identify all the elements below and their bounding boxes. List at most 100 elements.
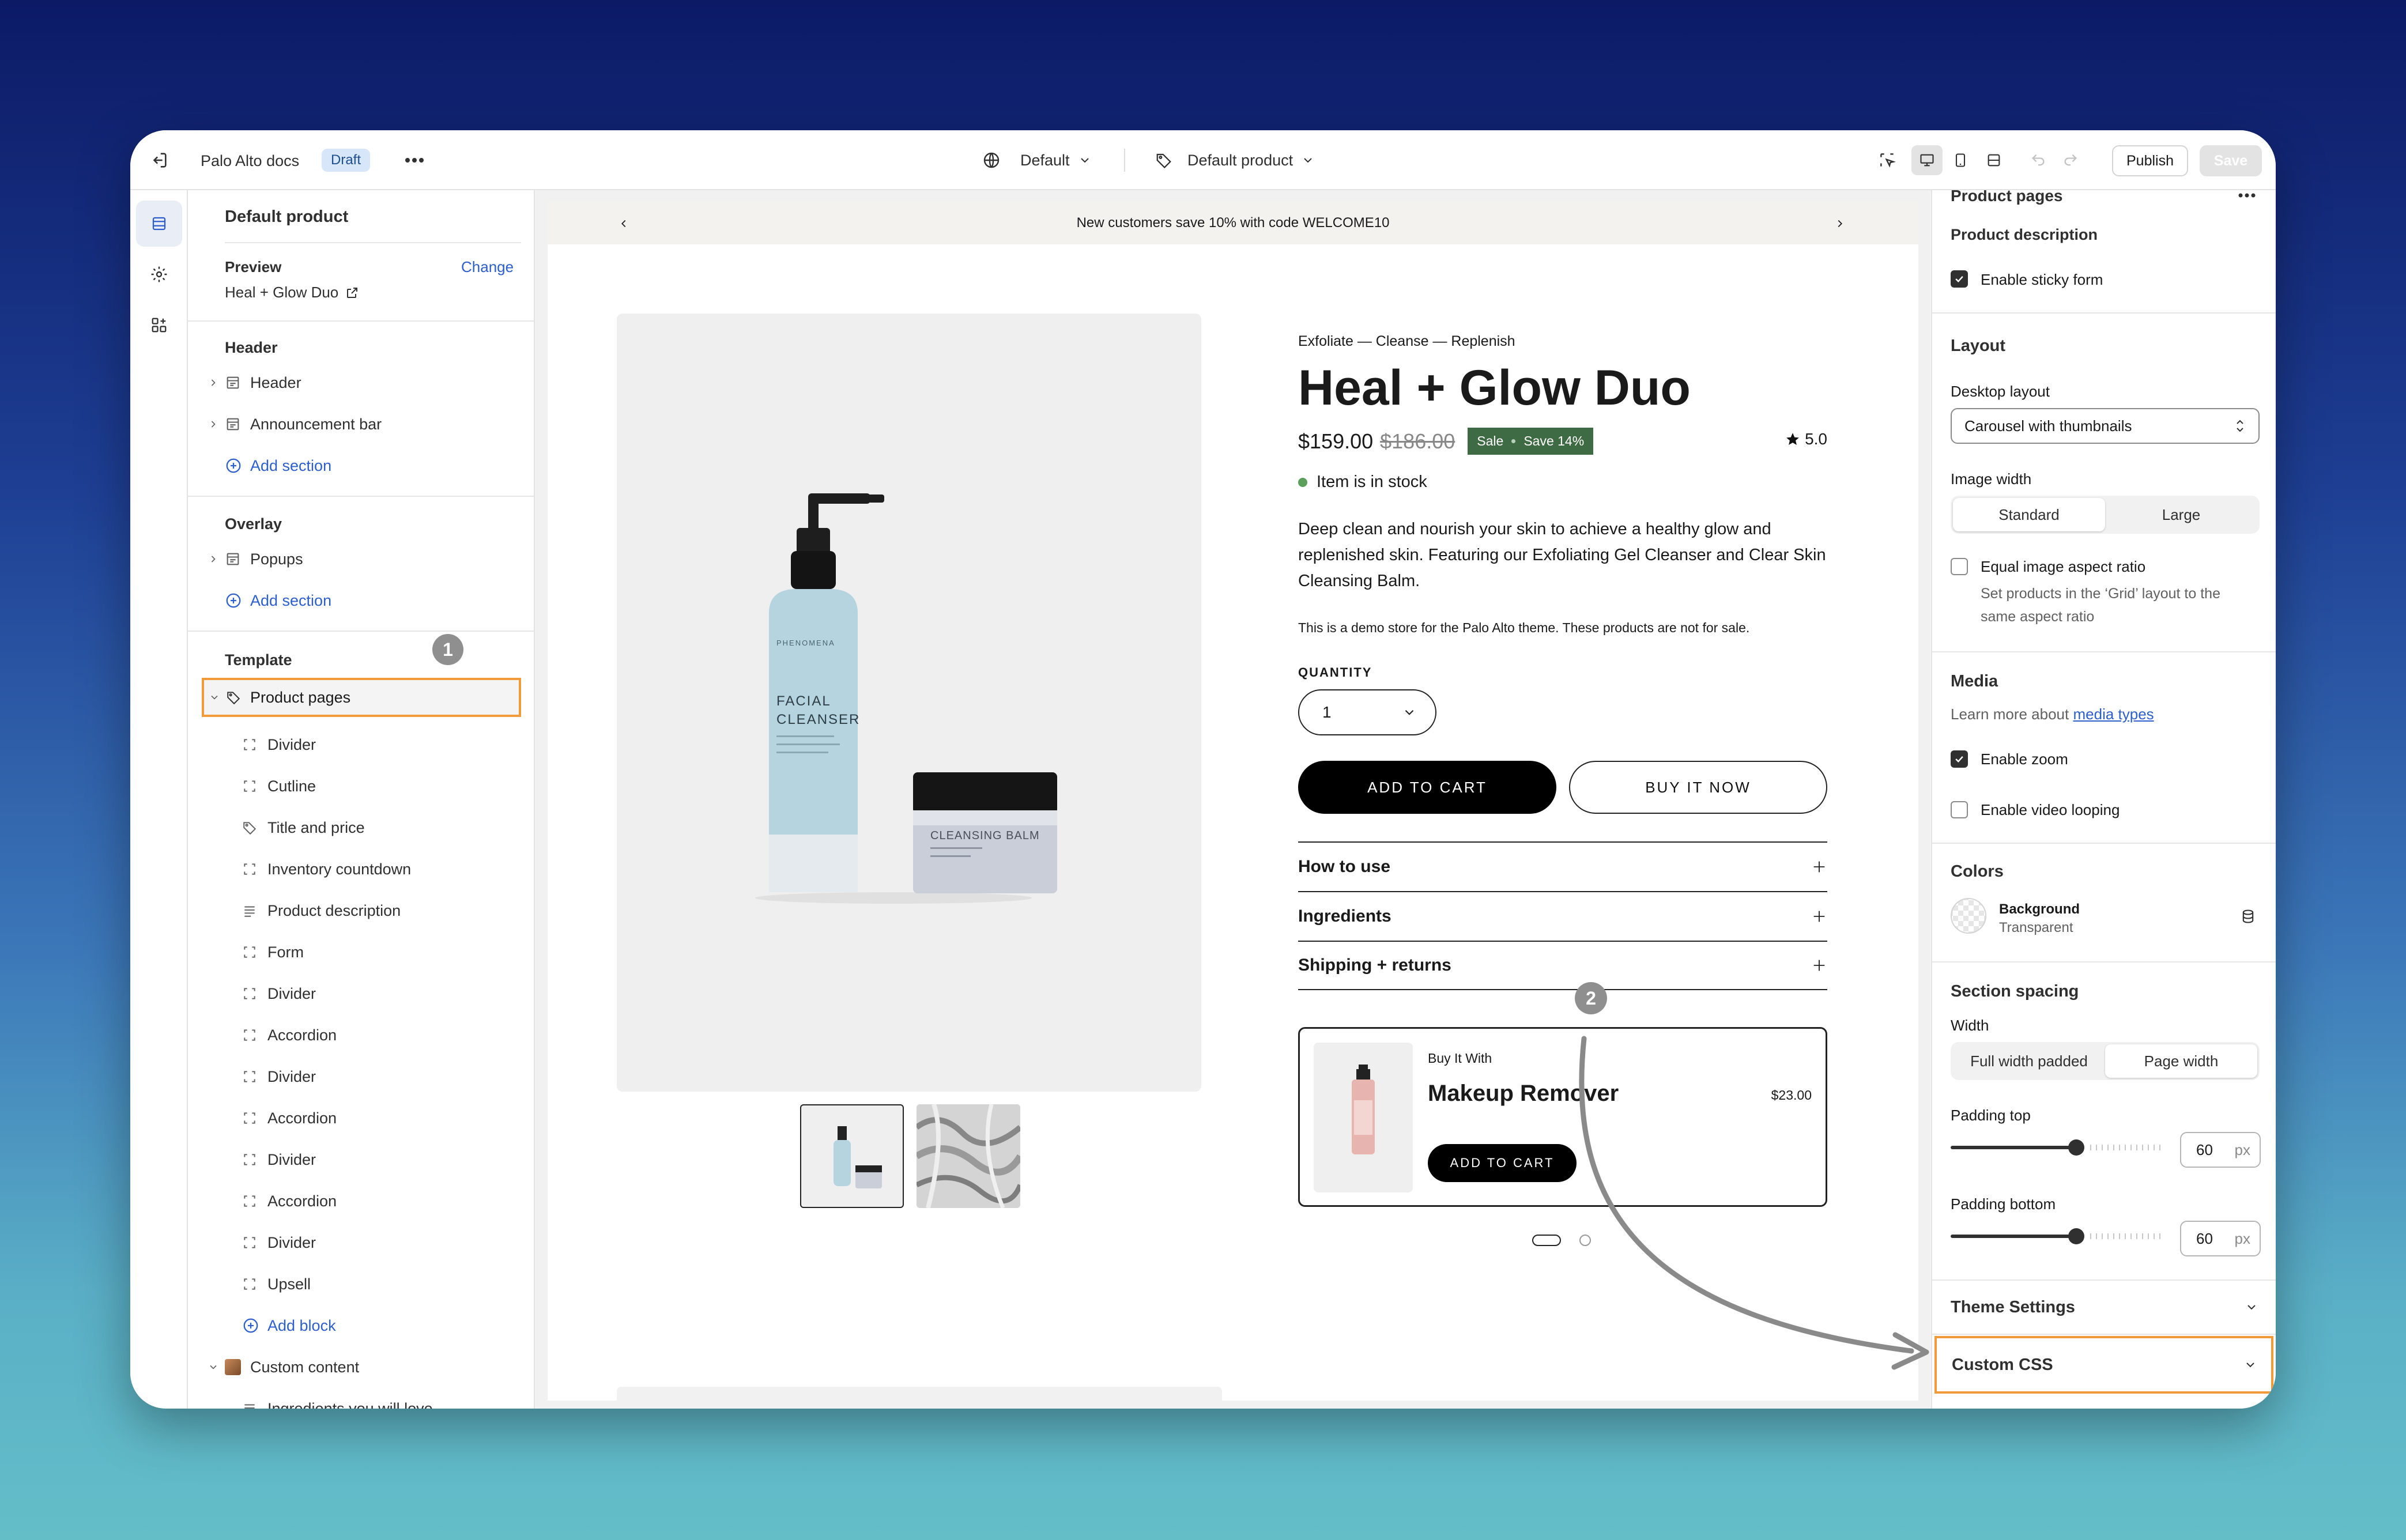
- layout-heading: Layout: [1951, 337, 2006, 355]
- chevron-right-icon[interactable]: [1828, 212, 1851, 235]
- preview-label: Preview: [225, 258, 282, 275]
- block-icon: [242, 820, 267, 835]
- width-full-padded[interactable]: Full width padded: [1953, 1044, 2105, 1078]
- exit-icon[interactable]: [148, 149, 171, 172]
- image-width-standard[interactable]: Standard: [1953, 498, 2105, 531]
- block-item-divider[interactable]: Divider: [188, 1222, 534, 1263]
- padding-bottom-input[interactable]: 60 px: [2180, 1221, 2261, 1256]
- block-item-inventory-countdown[interactable]: Inventory countdown: [188, 848, 534, 890]
- preview-product[interactable]: Heal + Glow Duo: [225, 284, 359, 301]
- custom-css-row[interactable]: Custom CSS: [1934, 1336, 2273, 1394]
- more-options-icon[interactable]: [401, 149, 428, 172]
- price-row: $159.00 $186.00 Sale Save 14%: [1298, 428, 1594, 455]
- block-item-accordion[interactable]: Accordion: [188, 1180, 534, 1222]
- add-block-button[interactable]: Add block: [188, 1305, 534, 1346]
- more-options-icon[interactable]: [2234, 190, 2260, 204]
- block-item-divider[interactable]: Divider: [188, 973, 534, 1014]
- width-label: Width: [1951, 1017, 1989, 1034]
- chevron-left-icon[interactable]: [612, 212, 635, 235]
- sections-icon[interactable]: [136, 201, 182, 247]
- quantity-select[interactable]: 1: [1298, 689, 1436, 735]
- width-page[interactable]: Page width: [2105, 1044, 2257, 1078]
- block-icon: [242, 1194, 267, 1209]
- sidebar-item-popups[interactable]: Popups: [188, 538, 534, 580]
- accordion-how-to-use[interactable]: How to use: [1298, 841, 1827, 891]
- block-item-accordion[interactable]: Accordion: [188, 1014, 534, 1056]
- add-section-overlay-button[interactable]: Add section: [188, 580, 534, 621]
- background-color-swatch[interactable]: [1951, 898, 1986, 934]
- thumbnail-1[interactable]: [800, 1104, 904, 1208]
- video-looping-checkbox[interactable]: [1951, 801, 1968, 818]
- database-icon[interactable]: [2238, 906, 2258, 927]
- theme-settings-label: Theme Settings: [1951, 1297, 2075, 1316]
- equal-ratio-help: Set products in the ‘Grid’ layout to the…: [1981, 582, 2263, 628]
- image-width-large[interactable]: Large: [2105, 498, 2257, 531]
- store-name[interactable]: Palo Alto docs: [201, 152, 299, 170]
- thumbnail-2[interactable]: [917, 1104, 1020, 1208]
- block-icon: [242, 1235, 267, 1250]
- save-button[interactable]: Save: [2200, 145, 2262, 176]
- desktop-view-icon[interactable]: [1911, 145, 1943, 175]
- block-item-divider[interactable]: Divider: [188, 724, 534, 765]
- upsell-add-to-cart-button[interactable]: ADD TO CART: [1428, 1144, 1577, 1182]
- sidebar-item-header[interactable]: Header: [188, 362, 534, 403]
- padding-top-slider[interactable]: [1951, 1122, 2160, 1173]
- product-image[interactable]: PHENOMENA FACIAL CLEANSER CLEANSING BALM: [617, 314, 1201, 1092]
- price: $159.00: [1298, 429, 1374, 453]
- block-icon: [242, 1028, 267, 1043]
- undo-icon[interactable]: [2027, 149, 2050, 172]
- block-item-form[interactable]: Form: [188, 931, 534, 973]
- sidebar-item-product-pages[interactable]: Product pages: [202, 678, 521, 717]
- mobile-view-icon[interactable]: [1945, 145, 1976, 175]
- block-item-ingredients[interactable]: Ingredients you will love: [188, 1388, 534, 1409]
- theme-select[interactable]: Default: [982, 145, 1092, 175]
- buy-it-now-button[interactable]: BUY IT NOW: [1569, 761, 1827, 814]
- badge-dot: [1511, 439, 1516, 443]
- block-label: Divider: [267, 735, 316, 753]
- fullscreen-view-icon[interactable]: [1978, 145, 2009, 175]
- stock-dot: [1298, 477, 1307, 487]
- equal-ratio-checkbox[interactable]: [1951, 558, 1968, 575]
- block-item-cutline[interactable]: Cutline: [188, 765, 534, 807]
- block-item-title-and-price[interactable]: Title and price: [188, 807, 534, 848]
- block-icon: [242, 737, 267, 752]
- chevron-down-icon: [1402, 705, 1417, 720]
- block-item-product-description[interactable]: Product description: [188, 890, 534, 931]
- sidebar-item-custom-content[interactable]: Custom content: [188, 1346, 534, 1388]
- add-section-header-button[interactable]: Add section: [188, 445, 534, 486]
- carousel-dot[interactable]: [1579, 1235, 1591, 1246]
- carousel-dot-active[interactable]: [1532, 1235, 1561, 1246]
- block-label: Upsell: [267, 1275, 311, 1293]
- desktop-layout-select[interactable]: Carousel with thumbnails: [1951, 408, 2260, 444]
- padding-top-input[interactable]: 60 px: [2180, 1132, 2261, 1168]
- enable-zoom-checkbox[interactable]: [1951, 750, 1968, 768]
- padding-bottom-slider[interactable]: [1951, 1210, 2160, 1262]
- theme-settings-row[interactable]: Theme Settings: [1932, 1281, 2276, 1334]
- upsell-title: Makeup Remover: [1428, 1081, 1619, 1106]
- media-heading: Media: [1951, 672, 1998, 690]
- publish-button[interactable]: Publish: [2112, 145, 2188, 176]
- block-item-divider[interactable]: Divider: [188, 1139, 534, 1180]
- draft-badge: Draft: [322, 149, 371, 172]
- upsell-card: Buy It With Makeup Remover $23.00 ADD TO…: [1298, 1027, 1827, 1207]
- rating[interactable]: 5.0: [1785, 430, 1827, 448]
- sidebar-item-announcement-bar[interactable]: Announcement bar: [188, 403, 534, 445]
- accordion-ingredients[interactable]: Ingredients: [1298, 891, 1827, 941]
- block-item-accordion[interactable]: Accordion: [188, 1097, 534, 1139]
- media-types-link[interactable]: media types: [2073, 705, 2154, 723]
- block-item-divider[interactable]: Divider: [188, 1056, 534, 1097]
- block-item-upsell[interactable]: Upsell: [188, 1263, 534, 1305]
- template-select[interactable]: Default product: [1155, 145, 1315, 175]
- accordion-shipping-returns[interactable]: Shipping + returns: [1298, 941, 1827, 990]
- block-icon: [242, 862, 267, 877]
- redo-icon[interactable]: [2059, 149, 2082, 172]
- change-link[interactable]: Change: [461, 258, 514, 276]
- add-to-cart-button[interactable]: ADD TO CART: [1298, 761, 1556, 814]
- inspector-icon[interactable]: [1876, 149, 1899, 172]
- gear-icon[interactable]: [136, 251, 182, 297]
- svg-text:FACIAL: FACIAL: [776, 693, 831, 709]
- save-label: Save 14%: [1523, 433, 1585, 448]
- upsell-image[interactable]: [1314, 1043, 1413, 1192]
- apps-icon[interactable]: [136, 302, 182, 348]
- sticky-form-checkbox[interactable]: [1951, 270, 1968, 288]
